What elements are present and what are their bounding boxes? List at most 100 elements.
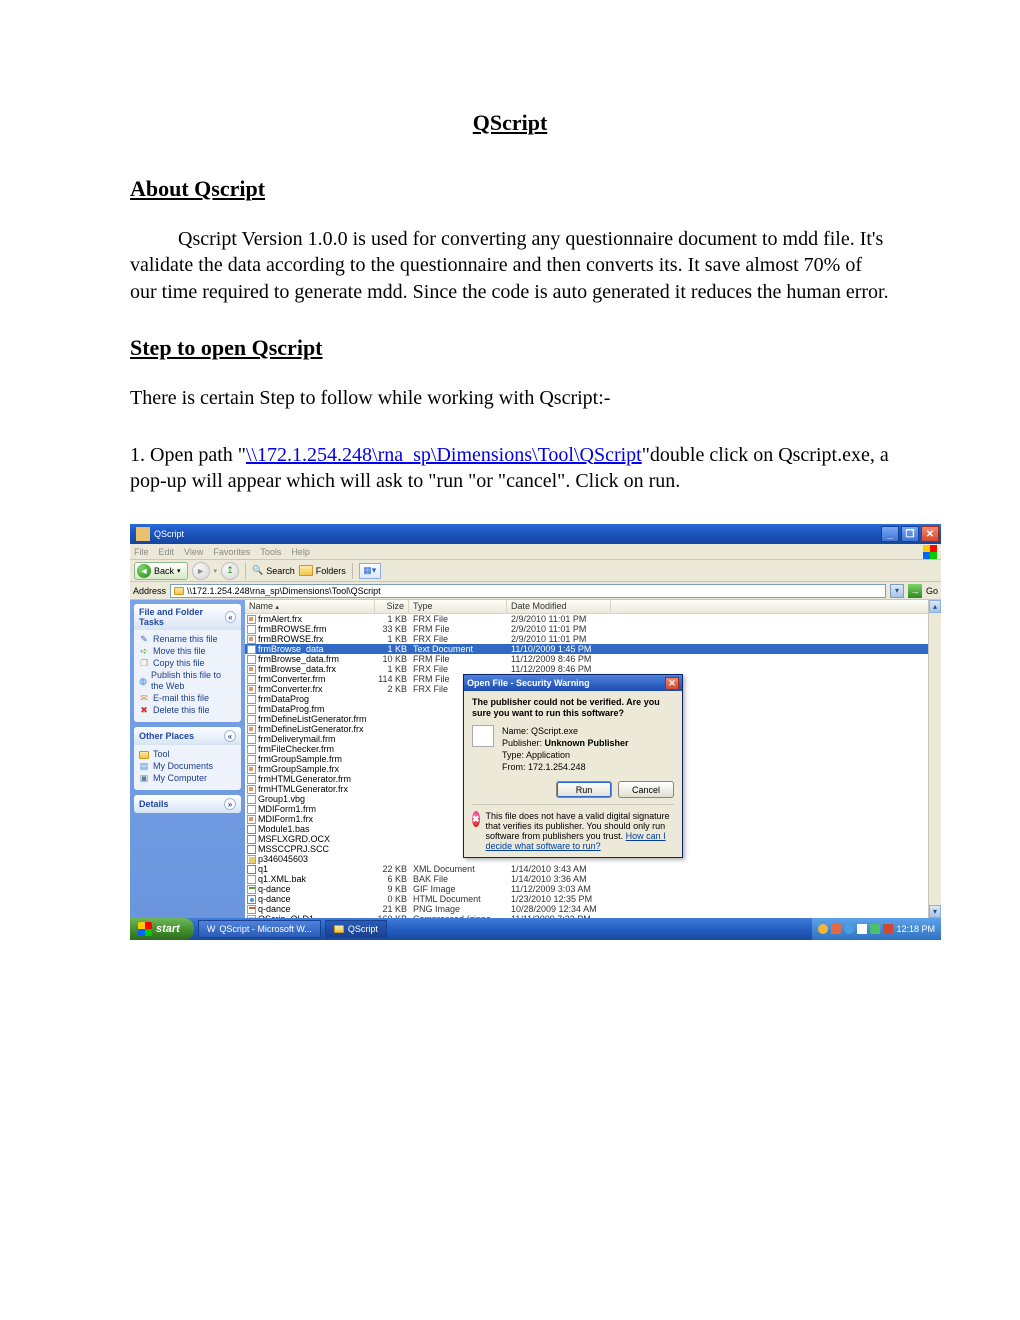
file-icon xyxy=(247,905,256,914)
word-icon: W xyxy=(207,924,216,934)
panel-other-places-header[interactable]: Other Places « xyxy=(134,727,241,745)
file-size: 22 KB xyxy=(375,864,409,874)
doc-title: QScript xyxy=(130,110,890,136)
file-size xyxy=(375,774,409,784)
menu-edit[interactable]: Edit xyxy=(159,547,175,557)
place-mycomp[interactable]: ▣My Computer xyxy=(139,773,236,784)
file-row[interactable]: frmBROWSE.frm33 KBFRM File2/9/2010 11:01… xyxy=(245,624,941,634)
panel-details-header[interactable]: Details » xyxy=(134,795,241,813)
taskbar-item-word[interactable]: W QScript - Microsoft W... xyxy=(198,920,321,938)
menu-tools[interactable]: Tools xyxy=(260,547,281,557)
task-copy[interactable]: ❐Copy this file xyxy=(139,658,236,669)
computer-icon: ▣ xyxy=(139,774,149,784)
tray-icon[interactable] xyxy=(870,924,880,934)
address-dropdown[interactable]: ▾ xyxy=(890,584,904,598)
task-publish[interactable]: ◍Publish this file to the Web xyxy=(139,670,236,692)
windows-logo-icon xyxy=(138,922,152,936)
file-icon xyxy=(472,725,494,747)
dialog-titlebar[interactable]: Open File - Security Warning ✕ xyxy=(464,675,682,691)
task-email[interactable]: ✉E-mail this file xyxy=(139,693,236,704)
file-name: q-dance xyxy=(258,904,291,914)
up-button[interactable]: ↥ xyxy=(221,562,239,580)
window-titlebar: QScript _ ❐ ✕ xyxy=(130,524,941,544)
panel-other-places-label: Other Places xyxy=(139,731,194,741)
file-row[interactable]: frmAlert.frx1 KBFRX File2/9/2010 11:01 P… xyxy=(245,614,941,624)
file-size: 9 KB xyxy=(375,884,409,894)
menu-file[interactable]: File xyxy=(134,547,149,557)
tray-icon[interactable] xyxy=(883,924,893,934)
dialog-close-button[interactable]: ✕ xyxy=(665,677,679,690)
panel-details-label: Details xyxy=(139,799,169,809)
file-size xyxy=(375,714,409,724)
tray-icon[interactable] xyxy=(831,924,841,934)
window-title: QScript xyxy=(154,529,184,539)
kv-name-v: QScript.exe xyxy=(531,726,578,736)
tray-icon[interactable] xyxy=(818,924,828,934)
scroll-up-arrow[interactable]: ▴ xyxy=(929,600,941,613)
file-icon xyxy=(247,755,256,764)
cancel-button[interactable]: Cancel xyxy=(618,781,674,798)
panel-file-tasks: File and Folder Tasks « ✎Rename this fil… xyxy=(134,604,241,722)
file-row[interactable]: q1.XML.bak6 KBBAK File1/14/2010 3:36 AM xyxy=(245,874,941,884)
tray-icon[interactable] xyxy=(857,924,867,934)
file-size: 1 KB xyxy=(375,634,409,644)
menu-help[interactable]: Help xyxy=(291,547,310,557)
back-button[interactable]: ◄ Back ▾ xyxy=(134,562,188,580)
address-folder-icon xyxy=(174,587,184,595)
place-mydocs[interactable]: ▤My Documents xyxy=(139,761,236,772)
file-date: 11/10/2009 1:45 PM xyxy=(507,644,611,654)
address-input[interactable]: \\172.1.254.248\rna_sp\Dimensions\Tool\Q… xyxy=(170,584,886,598)
menu-view[interactable]: View xyxy=(184,547,203,557)
menu-favorites[interactable]: Favorites xyxy=(213,547,250,557)
file-row[interactable]: frmBrowse_data.frx1 KBFRX File11/12/2009… xyxy=(245,664,941,674)
col-type[interactable]: Type xyxy=(409,600,507,613)
tray-icon[interactable] xyxy=(844,924,854,934)
file-name: frmDeliverymail.frm xyxy=(258,734,336,744)
search-button[interactable]: 🔍 Search xyxy=(252,565,295,576)
minimize-button[interactable]: _ xyxy=(881,526,899,542)
file-row[interactable]: frmBrowse_data.frm10 KBFRM File11/12/200… xyxy=(245,654,941,664)
col-date[interactable]: Date Modified xyxy=(507,600,611,613)
file-name: frmHTMLGenerator.frx xyxy=(258,784,348,794)
file-type: FRM File xyxy=(409,654,507,664)
file-row[interactable]: q122 KBXML Document1/14/2010 3:43 AM xyxy=(245,864,941,874)
file-row[interactable]: q-dance0 KBHTML Document1/23/2010 12:35 … xyxy=(245,894,941,904)
start-button[interactable]: start xyxy=(130,918,194,940)
file-size xyxy=(375,804,409,814)
maximize-button[interactable]: ❐ xyxy=(901,526,919,542)
forward-button[interactable]: ► xyxy=(192,562,210,580)
folders-button[interactable]: Folders xyxy=(299,565,346,576)
file-name: MDIForm1.frm xyxy=(258,804,316,814)
go-button[interactable]: → xyxy=(908,584,922,598)
file-name: MSSCCPRJ.SCC xyxy=(258,844,329,854)
file-row[interactable]: frmBrowse_data1 KBText Document11/10/200… xyxy=(245,644,941,654)
col-name[interactable]: Name ▴ xyxy=(245,600,375,613)
file-row[interactable]: q-dance9 KBGIF Image11/12/2009 3:03 AM xyxy=(245,884,941,894)
windows-flag-icon xyxy=(923,545,937,559)
panel-file-tasks-header[interactable]: File and Folder Tasks « xyxy=(134,604,241,630)
file-row[interactable]: q-dance21 KBPNG Image10/28/2009 12:34 AM xyxy=(245,904,941,914)
vertical-scrollbar[interactable]: ▴ ▾ xyxy=(928,600,941,918)
file-type: GIF Image xyxy=(409,884,507,894)
file-size xyxy=(375,784,409,794)
views-button[interactable]: ▦▾ xyxy=(359,563,381,579)
file-name: frmGroupSample.frm xyxy=(258,754,342,764)
close-button[interactable]: ✕ xyxy=(921,526,939,542)
file-size: 33 KB xyxy=(375,624,409,634)
task-move[interactable]: ➪Move this file xyxy=(139,646,236,657)
place-tool[interactable]: Tool xyxy=(139,749,236,760)
run-button[interactable]: Run xyxy=(556,781,612,798)
panel-details: Details » xyxy=(134,795,241,813)
col-size[interactable]: Size xyxy=(375,600,409,613)
kv-pub-k: Publisher: xyxy=(502,738,542,748)
file-size xyxy=(375,734,409,744)
scroll-down-arrow[interactable]: ▾ xyxy=(929,905,941,918)
step-1-link[interactable]: \\172.1.254.248\rna_sp\Dimensions\Tool\Q… xyxy=(246,444,642,466)
file-row[interactable]: frmBROWSE.frx1 KBFRX File2/9/2010 11:01 … xyxy=(245,634,941,644)
taskbar-item-qscript[interactable]: QScript xyxy=(325,920,387,938)
task-delete[interactable]: ✖Delete this file xyxy=(139,705,236,716)
security-dialog: Open File - Security Warning ✕ The publi… xyxy=(463,674,683,858)
task-rename[interactable]: ✎Rename this file xyxy=(139,634,236,645)
dialog-message: The publisher could not be verified. Are… xyxy=(472,697,674,719)
chevron-up-icon: « xyxy=(225,611,236,623)
